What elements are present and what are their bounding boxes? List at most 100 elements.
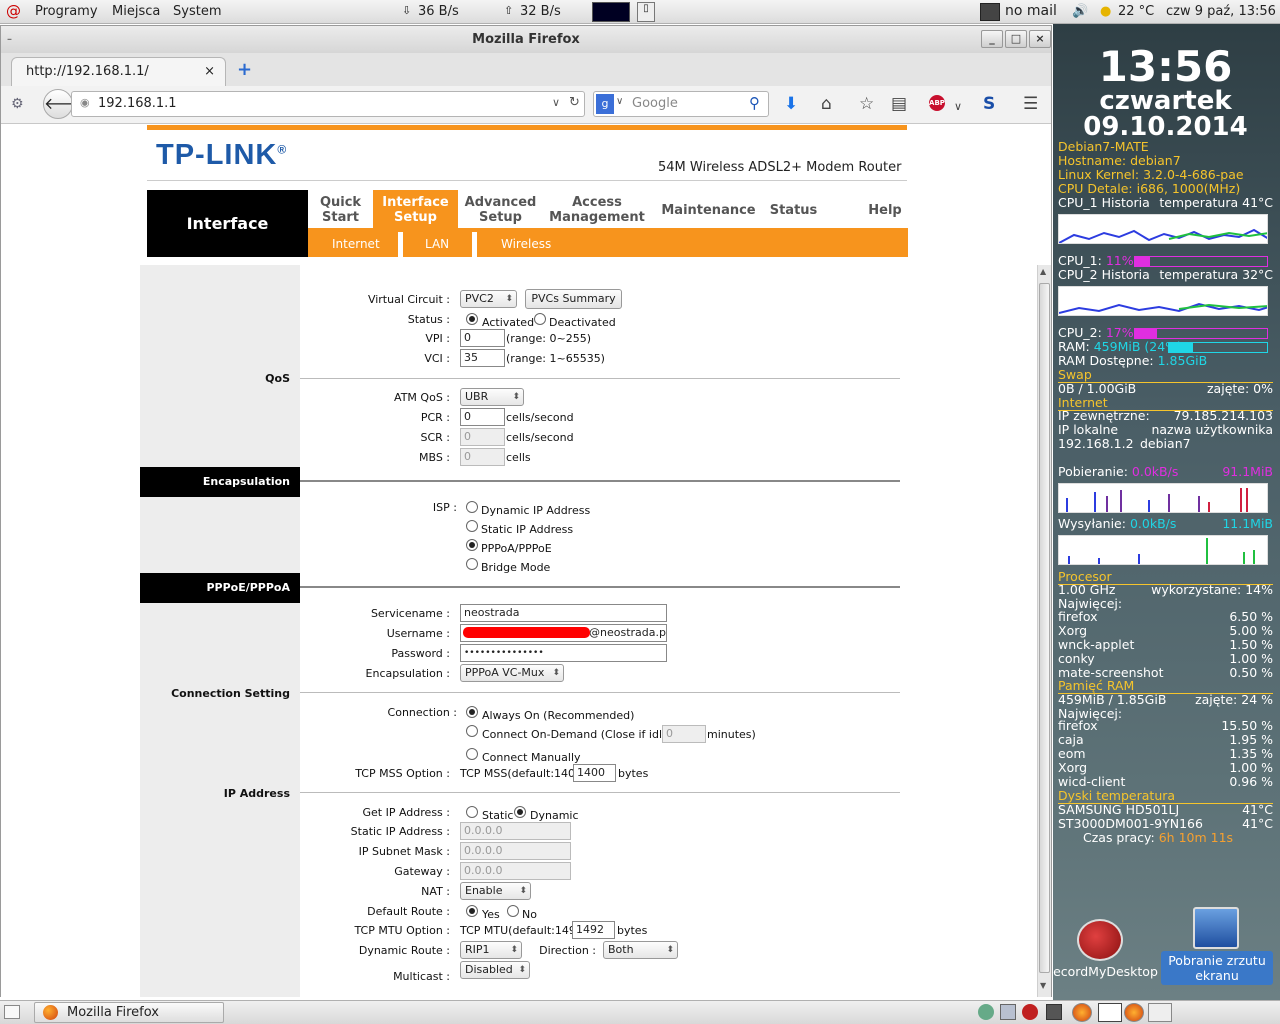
input-scr[interactable]: 0 [460, 428, 505, 446]
menu-quick-start[interactable]: Quick Start [308, 195, 373, 225]
select-direction[interactable]: Both ⬍ [603, 941, 678, 959]
tray-firefox-icon[interactable] [1072, 1003, 1092, 1022]
screenshot-icon[interactable] [1193, 907, 1239, 949]
reload-icon[interactable]: ↻ [569, 95, 580, 110]
minimize-button[interactable]: _ [981, 30, 1003, 48]
google-icon[interactable]: g [596, 94, 614, 114]
workspace-2-firefox-icon[interactable] [1124, 1003, 1144, 1022]
url-dropdown-icon[interactable]: ∨ [552, 96, 560, 109]
weather-temp[interactable]: 22 °C [1118, 4, 1154, 19]
screenshot-label[interactable]: Pobranie zrzutu ekranu [1161, 951, 1273, 985]
tools-icon[interactable]: ⚙ [11, 94, 24, 114]
menu-programy[interactable]: Programy [35, 4, 98, 19]
select-atm-qos[interactable]: UBR ⬍ [460, 388, 524, 406]
back-button[interactable]: 🡐 [43, 89, 87, 119]
debian-logo-icon[interactable]: @ [6, 2, 21, 20]
radio-static-ip[interactable] [466, 520, 478, 532]
extension-s-icon[interactable]: S [983, 94, 995, 114]
submenu-internet[interactable]: Internet [332, 237, 380, 251]
radio-bridge-mode[interactable] [466, 558, 478, 570]
menu-access-management[interactable]: Access Management [543, 195, 651, 225]
input-gateway[interactable]: 0.0.0.0 [460, 862, 571, 880]
tray-network-icon[interactable] [978, 1004, 994, 1020]
tray-camera-icon[interactable] [1046, 1004, 1062, 1020]
url-bar[interactable]: ◉ 192.168.1.1 ∨ ↻ [71, 91, 585, 117]
menu-maintenance[interactable]: Maintenance [656, 203, 761, 218]
adblock-dropdown-icon[interactable]: ∨ [954, 97, 962, 117]
mail-status[interactable]: no mail [1005, 3, 1057, 19]
maximize-button[interactable]: □ [1005, 30, 1027, 48]
download-icon[interactable]: ⬇ [784, 94, 798, 114]
menu-miejsca[interactable]: Miejsca [112, 4, 160, 19]
menu-advanced-setup[interactable]: Advanced Setup [458, 195, 543, 225]
usb-icon[interactable]: ▯ [637, 2, 655, 22]
menu-hamburger-icon[interactable]: ☰ [1023, 94, 1038, 114]
input-vpi[interactable]: 0 [460, 329, 505, 347]
home-icon[interactable]: ⌂ [821, 94, 832, 114]
scroll-down-icon[interactable]: ▼ [1040, 981, 1046, 990]
taskbar-firefox[interactable]: Mozilla Firefox [34, 1002, 224, 1023]
input-mbs[interactable]: 0 [460, 448, 505, 466]
menu-system[interactable]: System [173, 4, 221, 19]
new-tab-button[interactable]: + [237, 59, 252, 80]
radio-deactivated[interactable] [534, 313, 546, 325]
input-tcp-mtu[interactable]: 1492 [572, 921, 615, 939]
scroll-thumb[interactable] [1039, 283, 1050, 973]
radio-pppoa-pppoe[interactable] [466, 539, 478, 551]
scroll-up-icon[interactable]: ▲ [1040, 267, 1046, 276]
select-encapsulation[interactable]: PPPoA VC-Mux ⬍ [460, 664, 564, 682]
pvcs-summary-button[interactable]: PVCs Summary [525, 289, 622, 309]
workspace-1[interactable] [1098, 1003, 1122, 1022]
search-placeholder[interactable]: Google [632, 96, 678, 111]
bookmarks-list-icon[interactable]: ▤ [891, 94, 907, 114]
radio-connect-manually[interactable] [466, 748, 478, 760]
tab-router[interactable]: http://192.168.1.1/ × [11, 57, 226, 86]
input-idle-minutes[interactable]: 0 [662, 725, 706, 743]
input-password[interactable]: ••••••••••••••• [460, 644, 667, 662]
close-window-button[interactable]: × [1029, 30, 1051, 48]
radio-default-route-no[interactable] [507, 905, 519, 917]
show-desktop-icon[interactable] [4, 1005, 20, 1019]
url-text[interactable]: 192.168.1.1 [98, 96, 177, 111]
tray-record-icon[interactable] [1022, 1004, 1038, 1020]
engine-dropdown-icon[interactable]: ∨ [616, 96, 623, 107]
select-virtual-circuit[interactable]: PVC2 ⬍ [460, 290, 517, 308]
page-scrollbar[interactable]: ▲ ▼ [1037, 265, 1051, 997]
monitor-icon[interactable] [980, 3, 1000, 21]
close-tab-icon[interactable]: × [204, 58, 215, 86]
input-servicename[interactable]: neostrada [460, 604, 667, 622]
menu-interface-setup[interactable]: Interface Setup [373, 195, 458, 225]
radio-default-route-yes[interactable] [466, 905, 478, 917]
radio-dynamic-ip[interactable] [466, 501, 478, 513]
window-titlebar[interactable]: – Mozilla Firefox _ □ × [1, 26, 1051, 53]
input-tcp-mss[interactable]: 1400 [573, 764, 616, 782]
system-monitor-applet[interactable] [592, 2, 630, 22]
adblock-icon[interactable]: ABP [929, 95, 945, 111]
submenu-wireless[interactable]: Wireless [501, 237, 551, 251]
radio-always-on[interactable] [466, 706, 478, 718]
input-vci[interactable]: 35 [460, 349, 505, 367]
tray-app-icon[interactable] [1000, 1004, 1016, 1020]
window-menu-icon[interactable]: – [7, 26, 12, 53]
input-pcr[interactable]: 0 [460, 408, 505, 426]
input-static-ip[interactable]: 0.0.0.0 [460, 822, 571, 840]
menu-status[interactable]: Status [761, 203, 826, 218]
select-nat[interactable]: Enable ⬍ [460, 882, 531, 900]
workspace-3[interactable] [1148, 1003, 1172, 1022]
input-subnet-mask[interactable]: 0.0.0.0 [460, 842, 571, 860]
bookmark-star-icon[interactable]: ☆ [859, 94, 874, 114]
radio-get-ip-dynamic[interactable] [514, 806, 526, 818]
clock[interactable]: czw 9 paź, 13:56 [1166, 4, 1276, 19]
volume-icon[interactable]: 🔊 [1072, 4, 1088, 19]
recordmydesktop-icon[interactable] [1077, 919, 1123, 961]
select-multicast[interactable]: Disabled ⬍ [460, 961, 530, 979]
search-icon[interactable]: ⚲ [749, 94, 760, 112]
radio-get-ip-static[interactable] [466, 806, 478, 818]
recordmydesktop-label[interactable]: ecordMyDesktop [1053, 964, 1158, 979]
select-dynamic-route[interactable]: RIP1 ⬍ [460, 941, 522, 959]
menu-help[interactable]: Help [856, 203, 914, 218]
submenu-lan[interactable]: LAN [425, 237, 449, 251]
radio-on-demand[interactable] [466, 725, 478, 737]
search-box[interactable]: g ∨ Google ⚲ [593, 91, 769, 117]
radio-activated[interactable] [466, 313, 478, 325]
